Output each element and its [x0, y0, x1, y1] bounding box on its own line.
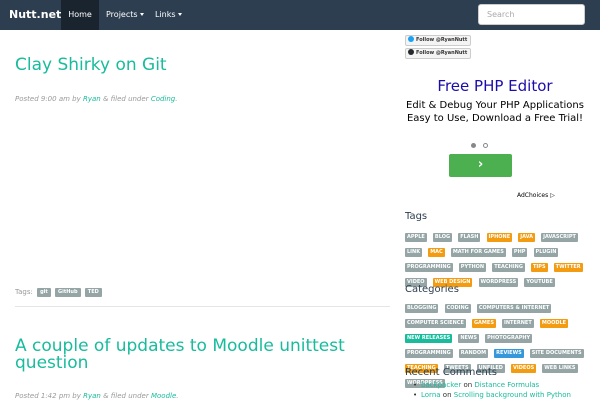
follow-twitter-button[interactable]: Follow @RyanNutt [405, 35, 471, 46]
nav-projects[interactable]: Projects [106, 0, 144, 30]
sidebar-category[interactable]: NEWS [458, 334, 480, 343]
sidebar-tag[interactable]: BLOG [432, 233, 453, 242]
comment-author-link[interactable]: Lorna [421, 391, 441, 399]
tags-heading: Tags [405, 211, 428, 222]
sidebar-category[interactable]: GAMES [471, 319, 496, 328]
sidebar-tag[interactable]: APPLE [405, 233, 427, 242]
post-divider [15, 306, 390, 307]
ad-body[interactable]: Edit & Debug Your PHP Applications Easy … [405, 99, 585, 125]
sidebar-category[interactable]: NEW RELEASES [405, 334, 453, 343]
sidebar-tag[interactable]: MATH FOR GAMES [450, 248, 506, 257]
post-meta-mid: & filed under [102, 95, 149, 103]
sidebar-tag[interactable]: PROGRAMMING [405, 263, 453, 272]
post-meta: Posted 9:00 am by Ryan & filed under Cod… [15, 95, 178, 103]
comment-post-link[interactable]: Scrolling background with Python [454, 391, 571, 399]
post-meta-mid: & filed under [103, 392, 149, 400]
sidebar-category[interactable]: BLOGGING [405, 304, 439, 313]
carousel-dot[interactable] [483, 143, 488, 148]
sidebar-tag[interactable]: IPHONE [486, 233, 513, 242]
adchoices-label: AdChoices [517, 192, 549, 199]
twitter-icon [408, 36, 414, 42]
sidebar-tag[interactable]: JAVASCRIPT [541, 233, 578, 242]
sidebar-category[interactable]: INTERNET [502, 319, 534, 328]
navbar: Nutt.net Home Projects Links [0, 0, 600, 30]
sidebar-tag[interactable]: LINK [405, 248, 423, 257]
comment-post-link[interactable]: Distance Formulas [474, 381, 539, 389]
post-meta-prefix: Posted 1:42 pm by [15, 392, 81, 400]
post-meta-suffix: . [175, 95, 178, 103]
sidebar-category[interactable]: CODING [444, 304, 471, 313]
follow-twitter-label: Follow @RyanNutt [416, 37, 468, 43]
sidebar-tag[interactable]: TEACHING [492, 263, 525, 272]
sidebar-category[interactable]: WEB LINKS [542, 364, 578, 373]
post-meta-prefix: Posted 9:00 am by [15, 95, 81, 103]
post-category-link[interactable]: Coding [151, 95, 175, 103]
search-input[interactable] [478, 4, 585, 25]
bullet: • [413, 391, 418, 399]
sidebar-tag[interactable]: PLUGIN [533, 248, 559, 257]
post-meta-suffix: . [176, 392, 179, 400]
nav-home[interactable]: Home [61, 0, 99, 30]
post-tag[interactable]: GitHub [55, 288, 81, 297]
carousel-dot-active[interactable] [471, 143, 476, 148]
sidebar-tag[interactable]: MAC [428, 248, 445, 257]
sidebar-category[interactable]: RANDOM [458, 349, 489, 358]
site-brand[interactable]: Nutt.net [9, 8, 61, 21]
adchoices-link[interactable]: AdChoices ▷ [517, 192, 555, 199]
sidebar-tag[interactable]: JAVA [518, 233, 535, 242]
sidebar-tag[interactable]: YOUTUBE [524, 278, 555, 287]
recent-comment: • Lorna on Scrolling background with Pyth… [405, 391, 571, 399]
sidebar-tag[interactable]: TIPS [531, 263, 548, 272]
categories-heading: Categories [405, 284, 459, 295]
ad-headline[interactable]: Free PHP Editor [405, 77, 585, 95]
bullet: • [413, 381, 418, 389]
post-author-link[interactable]: Ryan [83, 95, 101, 103]
nav-links-label: Links [155, 10, 176, 19]
sidebar-tag[interactable]: PYTHON [458, 263, 487, 272]
sidebar-category[interactable]: COMPUTERS & INTERNET [476, 304, 552, 313]
sidebar-category[interactable]: PHOTOGRAPHY [485, 334, 533, 343]
recent-comment: • backpacker on Distance Formulas [405, 381, 539, 389]
sidebar-tag[interactable]: WORDPRESS [478, 278, 519, 287]
post-tag[interactable]: git [37, 288, 51, 297]
sidebar-category[interactable]: SITE DOCUMENTS [529, 349, 584, 358]
nav-projects-label: Projects [106, 10, 138, 19]
sidebar-category[interactable]: PROGRAMMING [405, 349, 453, 358]
github-icon [408, 49, 414, 55]
comment-on: on [442, 391, 452, 399]
sidebar-category[interactable]: MOODLE [539, 319, 569, 328]
post-tag[interactable]: TED [84, 288, 102, 297]
post-author-link[interactable]: Ryan [83, 392, 101, 400]
comment-on: on [463, 381, 473, 389]
post-tags: Tags: git GitHub TED [15, 288, 102, 297]
post-meta: Posted 1:42 pm by Ryan & filed under Moo… [15, 392, 179, 400]
post-category-link[interactable]: Moodle [151, 392, 176, 400]
caret-down-icon [177, 13, 182, 16]
adchoices-icon: ▷ [550, 192, 555, 199]
nav-links[interactable]: Links [155, 0, 182, 30]
recent-comments-heading: Recent Comments [405, 367, 497, 378]
follow-github-label: Follow @RyanNutt [416, 50, 468, 56]
follow-github-button[interactable]: Follow @RyanNutt [405, 48, 471, 59]
sidebar-category[interactable]: VIDEOS [511, 364, 537, 373]
sidebar-tag[interactable]: FLASH [458, 233, 481, 242]
sidebar-category[interactable]: COMPUTER SCIENCE [405, 319, 466, 328]
sidebar-category[interactable]: REVIEWS [494, 349, 524, 358]
tag-cloud: APPLE BLOG FLASH IPHONE JAVA JAVASCRIPT … [405, 229, 585, 289]
sidebar-tag[interactable]: TWITTER [553, 263, 583, 272]
comment-author-link[interactable]: backpacker [421, 381, 461, 389]
caret-down-icon [139, 13, 144, 16]
post-title[interactable]: Clay Shirky on Git [15, 57, 390, 74]
ad-next-button[interactable]: › [449, 154, 512, 177]
post-title[interactable]: A couple of updates to Moodle unittest q… [15, 338, 390, 372]
post-tags-label: Tags: [15, 288, 33, 296]
sidebar-tag[interactable]: PHP [511, 248, 528, 257]
